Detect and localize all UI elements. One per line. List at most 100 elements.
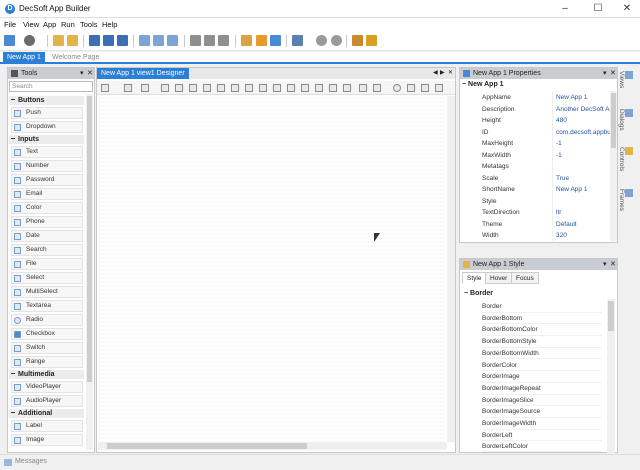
bring-forward-icon[interactable] <box>189 84 197 92</box>
menu-run[interactable]: Run <box>61 20 75 29</box>
tool-item-password[interactable]: Password <box>11 174 83 186</box>
maximize-button[interactable]: ☐ <box>583 0 613 18</box>
design-canvas[interactable] <box>98 96 446 442</box>
tool-item-checkbox[interactable]: Checkbox <box>11 328 83 340</box>
preview-icon[interactable] <box>270 35 281 46</box>
cut-icon[interactable] <box>421 84 429 92</box>
pointer-tool-icon[interactable] <box>101 84 109 92</box>
tab-style[interactable]: Style <box>462 272 487 284</box>
tool-item-videoplayer[interactable]: VideoPlayer <box>11 381 83 393</box>
tool-item-number[interactable]: Number <box>11 160 83 172</box>
minimize-button[interactable]: – <box>550 0 580 18</box>
section-inputs[interactable]: Inputs <box>9 135 84 144</box>
tab-scroll-left-icon[interactable]: ◀ <box>433 69 438 76</box>
send-back-icon[interactable] <box>175 84 183 92</box>
send-backward-icon[interactable] <box>203 84 211 92</box>
run-icon[interactable] <box>316 35 327 46</box>
menu-help[interactable]: Help <box>102 20 117 29</box>
tool-item-color[interactable]: Color <box>11 202 83 214</box>
menu-file[interactable]: File <box>4 20 16 29</box>
pin-icon[interactable]: ▾ <box>603 259 607 270</box>
remove-dialog-icon[interactable] <box>204 35 215 46</box>
new-app-icon[interactable] <box>4 35 15 46</box>
panel-close-icon[interactable]: ✕ <box>87 68 93 79</box>
align-right-icon[interactable] <box>245 84 253 92</box>
tool-item-dropdown[interactable]: Dropdown <box>11 121 83 133</box>
tab-hover[interactable]: Hover <box>485 272 513 284</box>
tool-item-multiselect[interactable]: MultiSelect <box>11 286 83 298</box>
tool-item-image[interactable]: Image <box>11 434 83 446</box>
tool-item-file[interactable]: File <box>11 258 83 270</box>
style-row[interactable]: BorderImage <box>482 371 602 383</box>
style-row[interactable]: BorderColor <box>482 360 602 372</box>
designer-close-icon[interactable]: ✕ <box>448 69 453 76</box>
style-row[interactable]: BorderBottomStyle <box>482 336 602 348</box>
side-tab-frames[interactable]: Frames <box>618 189 633 211</box>
align-bottom-icon[interactable] <box>287 84 295 92</box>
side-tab-controls[interactable]: Controls <box>618 147 633 171</box>
edit-code-icon[interactable] <box>241 35 252 46</box>
property-row[interactable]: Scale True <box>460 173 610 185</box>
style-row[interactable]: BorderImageSlice <box>482 395 602 407</box>
property-row[interactable]: DescriptionAnother DecSoft App Builder <box>460 104 610 116</box>
property-row[interactable]: ShortName New App 1 <box>460 184 610 196</box>
align-top-icon[interactable] <box>259 84 267 92</box>
open-recent-icon[interactable] <box>67 35 78 46</box>
center-horizontal-icon[interactable] <box>373 84 381 92</box>
tool-item-search[interactable]: Search <box>11 244 83 256</box>
style-row[interactable]: BorderLeftColor <box>482 441 602 453</box>
side-tab-dialogs[interactable]: Dialogs <box>618 109 633 131</box>
tool-item-push[interactable]: Push <box>11 107 83 119</box>
paste-icon[interactable] <box>435 84 443 92</box>
property-row[interactable]: AppName New App 1 <box>460 92 610 104</box>
menu-view[interactable]: View <box>23 20 39 29</box>
settings-gear-icon[interactable] <box>366 35 377 46</box>
property-row[interactable]: Height 480 <box>460 115 610 127</box>
tool-item-date[interactable]: Date <box>11 230 83 242</box>
style-row[interactable]: Border <box>482 301 602 313</box>
panel-close-icon[interactable]: ✕ <box>610 68 616 79</box>
tab-scroll-right-icon[interactable]: ▶ <box>440 69 445 76</box>
style-scrollbar-thumb[interactable] <box>608 301 614 331</box>
property-row[interactable]: Theme Default <box>460 219 610 231</box>
align-left-icon[interactable] <box>217 84 225 92</box>
menu-tools[interactable]: Tools <box>80 20 98 29</box>
style-row[interactable]: BorderBottom <box>482 313 602 325</box>
tool-item-select[interactable]: Select <box>11 272 83 284</box>
property-row[interactable]: MaxWidth -1 <box>460 150 610 162</box>
collapse-icon[interactable]: − <box>462 81 466 88</box>
save-all-icon[interactable] <box>117 35 128 46</box>
section-multimedia[interactable]: Multimedia <box>9 370 84 379</box>
save-as-icon[interactable] <box>103 35 114 46</box>
center-vertical-icon[interactable] <box>359 84 367 92</box>
open-folder-icon[interactable] <box>53 35 64 46</box>
build-icon[interactable] <box>352 35 363 46</box>
property-row[interactable]: Width 320 <box>460 230 610 242</box>
tool-item-phone[interactable]: Phone <box>11 216 83 228</box>
canvas-horizontal-thumb[interactable] <box>107 443 307 449</box>
properties-group[interactable]: − New App 1 <box>462 81 504 88</box>
style-row[interactable]: BorderImageRepeat <box>482 383 602 395</box>
lock-icon[interactable] <box>124 84 132 92</box>
designer-tab[interactable]: New App 1 view1 Designer <box>97 68 189 79</box>
panel-close-icon[interactable]: ✕ <box>610 259 616 270</box>
property-row[interactable]: IDcom.decsoft.appbuilder <box>460 127 610 139</box>
bring-front-icon[interactable] <box>161 84 169 92</box>
property-row[interactable]: Metatags <box>460 161 610 173</box>
pin-icon[interactable]: ▾ <box>603 68 607 79</box>
add-dialog-icon[interactable] <box>153 35 164 46</box>
tool-item-textarea[interactable]: Textarea <box>11 300 83 312</box>
delete-icon[interactable] <box>393 84 401 92</box>
menu-app[interactable]: App <box>43 20 56 29</box>
tools-scrollbar-thumb[interactable] <box>87 96 92 382</box>
collapse-icon[interactable]: − <box>464 290 468 297</box>
center-icon[interactable] <box>343 84 351 92</box>
property-row[interactable]: TextDirection ltr <box>460 207 610 219</box>
section-additional[interactable]: Additional <box>9 409 84 418</box>
resources-icon[interactable] <box>256 35 267 46</box>
property-row[interactable]: MaxHeight -1 <box>460 138 610 150</box>
tools-search-input[interactable]: Search <box>9 81 93 92</box>
tool-item-switch[interactable]: Switch <box>11 342 83 354</box>
messages-tab[interactable]: Messages <box>15 458 47 465</box>
style-group[interactable]: − Border <box>464 290 493 297</box>
